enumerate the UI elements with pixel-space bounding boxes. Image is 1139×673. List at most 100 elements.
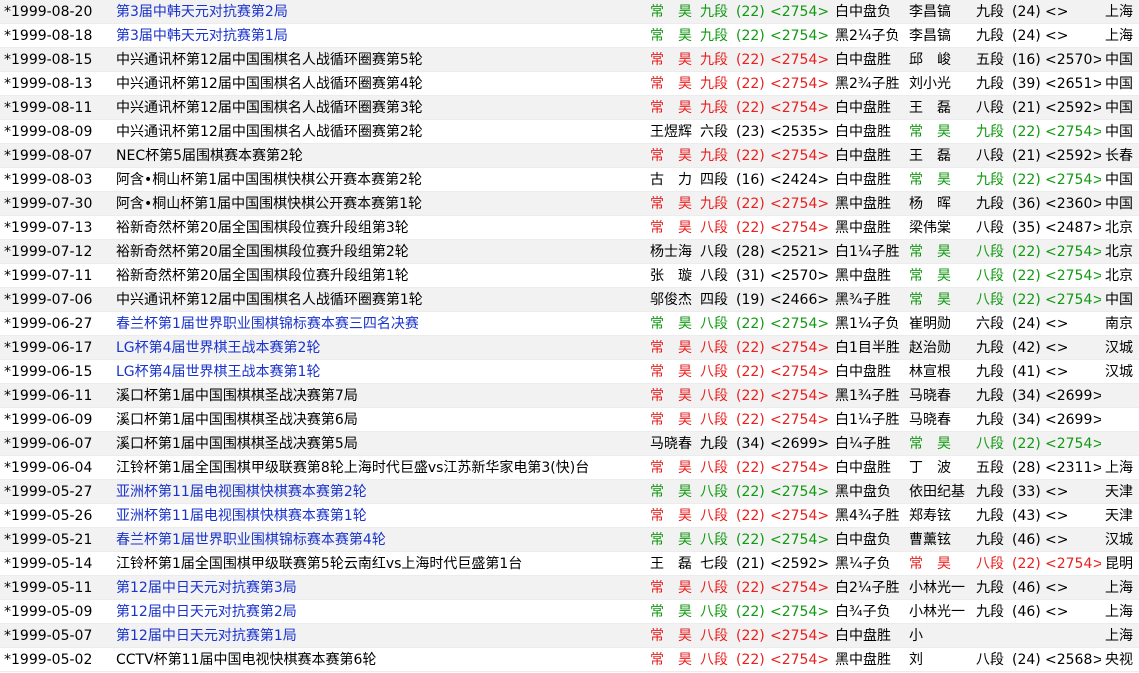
black-player-name: 张 璇 xyxy=(650,268,692,284)
black-player-age: (22) xyxy=(736,388,765,404)
game-date: *1999-08-07 xyxy=(4,148,93,164)
game-date: *1999-06-09 xyxy=(4,412,93,428)
black-player-rank: 四段 xyxy=(700,292,728,308)
game-date: *1999-08-11 xyxy=(4,100,93,116)
event-link[interactable]: 春兰杯第1届世界职业围棋锦标赛本赛第4轮 xyxy=(116,528,644,552)
white-player-name: 常 昊 xyxy=(909,124,951,140)
black-player-rating: <2754> xyxy=(770,460,830,476)
black-player-rank: 八段 xyxy=(700,532,728,548)
black-player-age: (22) xyxy=(736,508,765,524)
table-row: *1999-08-20 第3届中韩天元对抗赛第2局常 昊九段 (22) <2754> 白… xyxy=(0,0,1139,24)
black-player-name: 常 昊 xyxy=(650,100,692,116)
white-player-age: (21) xyxy=(1012,100,1041,116)
white-player-age: (22) xyxy=(1012,244,1041,260)
black-player-rating: <2754> xyxy=(770,364,830,380)
event-link[interactable]: 第12届中日天元对抗赛第1局 xyxy=(116,624,644,648)
white-player-rank: 九段 xyxy=(976,580,1004,596)
white-player-name: 杨 晖 xyxy=(909,196,951,212)
black-player-rank: 九段 xyxy=(700,76,728,92)
black-player-age: (34) xyxy=(736,436,765,452)
game-result: 白中盘胜 xyxy=(835,100,891,116)
black-player-name: 常 昊 xyxy=(650,460,692,476)
table-row: *1999-05-27 亚洲杯第11届电视围棋快棋赛本赛第2轮常 昊八段 (22) <… xyxy=(0,480,1139,504)
game-location: 汉城 xyxy=(1105,532,1133,548)
white-player-rank: 五段 xyxy=(976,52,1004,68)
event-link[interactable]: 第3届中韩天元对抗赛第2局 xyxy=(116,0,644,24)
white-player-name: 小林光一 xyxy=(909,580,965,596)
black-player-rating: <2754> xyxy=(770,76,830,92)
white-player-rating: <> xyxy=(1045,508,1069,524)
white-player-rating: <2568> xyxy=(1045,652,1101,668)
event-link[interactable]: 亚洲杯第11届电视围棋快棋赛本赛第1轮 xyxy=(116,504,644,528)
black-player-age: (22) xyxy=(736,412,765,428)
white-player-rank: 八段 xyxy=(976,556,1004,572)
white-player-rating: <2754> xyxy=(1045,268,1101,284)
black-player-name: 常 昊 xyxy=(650,484,692,500)
black-player-rank: 八段 xyxy=(700,364,728,380)
table-row: *1999-05-07 第12届中日天元对抗赛第1局常 昊八段 (22) <2754>… xyxy=(0,624,1139,648)
event-link[interactable]: 亚洲杯第11届电视围棋快棋赛本赛第2轮 xyxy=(116,480,644,504)
game-location: 中国 xyxy=(1105,172,1133,188)
black-player-rating: <2424> xyxy=(770,172,830,188)
white-player-rating: <> xyxy=(1045,532,1069,548)
white-player-rank: 九段 xyxy=(976,412,1004,428)
black-player-name: 常 昊 xyxy=(650,52,692,68)
game-result: 白¼子胜 xyxy=(835,436,891,452)
black-player-age: (22) xyxy=(736,460,765,476)
white-player-rating: <> xyxy=(1045,580,1069,596)
white-player-name: 常 昊 xyxy=(909,292,951,308)
event-link[interactable]: 第3届中韩天元对抗赛第1局 xyxy=(116,24,644,48)
white-player-rank: 八段 xyxy=(976,220,1004,236)
game-location: 北京 xyxy=(1105,244,1133,260)
event-link[interactable]: LG杯第4届世界棋王战本赛第1轮 xyxy=(116,360,644,384)
game-location: 上海 xyxy=(1105,460,1133,476)
white-player-rank: 八段 xyxy=(976,148,1004,164)
white-player-rating: <> xyxy=(1045,340,1069,356)
white-player-age: (16) xyxy=(1012,52,1041,68)
black-player-rank: 九段 xyxy=(700,28,728,44)
game-date: *1999-05-11 xyxy=(4,580,93,596)
event-link[interactable]: LG杯第4届世界棋王战本赛第2轮 xyxy=(116,336,644,360)
black-player-rating: <2754> xyxy=(770,316,830,332)
table-row: *1999-06-04 江铃杯第1届全国围棋甲级联赛第8轮上海时代巨盛vs江苏新华… xyxy=(0,456,1139,480)
white-player-name: 常 昊 xyxy=(909,556,951,572)
event-name: 阿含•桐山杯第1届中国围棋快棋公开赛本赛第2轮 xyxy=(116,172,423,188)
white-player-name: 丁 波 xyxy=(909,460,951,476)
table-row: *1999-05-11 第12届中日天元对抗赛第3局常 昊八段 (22) <2754>… xyxy=(0,576,1139,600)
game-date: *1999-07-11 xyxy=(4,268,93,284)
table-row: *1999-05-09 第12届中日天元对抗赛第2局常 昊八段 (22) <2754>… xyxy=(0,600,1139,624)
white-player-rating: <> xyxy=(1045,484,1069,500)
black-player-age: (31) xyxy=(736,268,765,284)
white-player-age: (39) xyxy=(1012,76,1041,92)
event-link[interactable]: 第12届中日天元对抗赛第3局 xyxy=(116,576,644,600)
white-player-rating: <2699> xyxy=(1045,388,1101,404)
white-player-rating: <> xyxy=(1045,316,1069,332)
black-player-rating: <2754> xyxy=(770,196,830,212)
black-player-rank: 六段 xyxy=(700,124,728,140)
black-player-rating: <2535> xyxy=(770,124,830,140)
white-player-rating: <2487> xyxy=(1045,220,1101,236)
event-link[interactable]: 第12届中日天元对抗赛第2局 xyxy=(116,600,644,624)
game-location: 北京 xyxy=(1105,220,1133,236)
game-date: *1999-05-21 xyxy=(4,532,93,548)
table-row: *1999-06-27 春兰杯第1届世界职业围棋锦标赛本赛三四名决赛常 昊八段 (2… xyxy=(0,312,1139,336)
black-player-name: 常 昊 xyxy=(650,604,692,620)
black-player-rank: 九段 xyxy=(700,100,728,116)
black-player-name: 常 昊 xyxy=(650,76,692,92)
black-player-age: (22) xyxy=(736,52,765,68)
black-player-name: 马晓春 xyxy=(650,436,692,452)
black-player-age: (22) xyxy=(736,580,765,596)
event-name: 溪口杯第1届中国围棋棋圣战决赛第5局 xyxy=(116,436,358,452)
event-link[interactable]: 春兰杯第1届世界职业围棋锦标赛本赛三四名决赛 xyxy=(116,312,644,336)
white-player-age: (46) xyxy=(1012,580,1041,596)
white-player-rating: <2754> xyxy=(1045,292,1101,308)
game-result: 白2¼子胜 xyxy=(835,580,900,596)
black-player-name: 常 昊 xyxy=(650,652,692,668)
black-player-name: 王 磊 xyxy=(650,556,692,572)
table-row: *1999-08-07 NEC杯第5届围棋赛本赛第2轮 常 昊九段 (22) <2754… xyxy=(0,144,1139,168)
black-player-age: (22) xyxy=(736,196,765,212)
black-player-name: 王煜辉 xyxy=(650,124,692,140)
white-player-rating: <2360> xyxy=(1045,196,1101,212)
game-date: *1999-06-15 xyxy=(4,364,93,380)
event-name: 中兴通讯杯第12届中国围棋名人战循环圈赛第1轮 xyxy=(116,292,423,308)
